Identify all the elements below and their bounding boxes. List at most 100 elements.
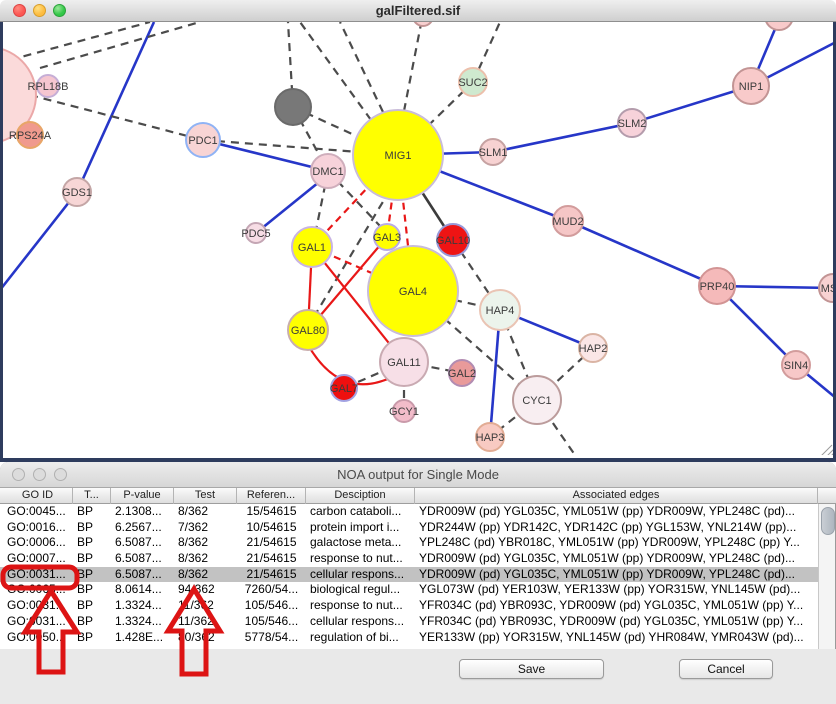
table-cell: GO:0065... xyxy=(3,582,73,598)
noa-footer: Save Cancel xyxy=(0,649,836,704)
node-pdc5-label: PDC5 xyxy=(241,228,270,240)
node-top-center[interactable] xyxy=(413,22,433,26)
table-cell: 21/54615 xyxy=(237,535,306,551)
table-cell: 8/362 xyxy=(174,567,237,583)
node-gds1-label: GDS1 xyxy=(62,187,92,199)
table-cell: 105/546... xyxy=(237,598,306,614)
node-prp40-label: PRP40 xyxy=(700,281,735,293)
vertical-scrollbar[interactable] xyxy=(818,504,835,649)
table-row[interactable]: GO:0031...BP1.3324...11/362105/546...res… xyxy=(0,598,818,614)
cancel-button[interactable]: Cancel xyxy=(679,659,773,679)
table-cell: YDR009W (pd) YGL035C, YML051W (pp) YDR00… xyxy=(415,567,818,583)
node-hap3-label: HAP3 xyxy=(476,432,505,444)
table-cell: 10/54615 xyxy=(237,520,306,536)
node-hap4-label: HAP4 xyxy=(486,305,515,317)
node-gal1-label: GAL1 xyxy=(298,242,326,254)
network-edge-blue xyxy=(568,221,717,286)
table-cell: regulation of bi... xyxy=(306,630,415,646)
network-edge-blue xyxy=(493,123,632,152)
node-slm2-label: SLM2 xyxy=(618,118,647,130)
network-window: galFiltered.sif RPL18BRPS24AGDS1PDC1DMC1… xyxy=(0,0,836,462)
table-cell: cellular respons... xyxy=(306,567,415,583)
table-row[interactable]: GO:0016...BP6.2567...7/36210/54615protei… xyxy=(0,520,818,536)
noa-window-title: NOA output for Single Mode xyxy=(0,467,836,482)
table-cell: 21/54615 xyxy=(237,551,306,567)
node-hap2-label: HAP2 xyxy=(579,343,608,355)
table-cell: 94/362 xyxy=(174,582,237,598)
network-canvas[interactable]: RPL18BRPS24AGDS1PDC1DMC1MIG1SUC2SLM1SLM2… xyxy=(3,22,833,455)
node-gal4-label: GAL4 xyxy=(399,286,427,298)
table-cell: 80/362 xyxy=(174,630,237,646)
node-gal10-label: GAL10 xyxy=(436,235,470,247)
table-cell: 105/546... xyxy=(237,614,306,630)
table-row[interactable]: GO:0007...BP6.5087...8/36221/54615respon… xyxy=(0,551,818,567)
table-cell: GO:0031... xyxy=(3,614,73,630)
table-row[interactable]: GO:0006...BP6.5087...8/36221/54615galact… xyxy=(0,535,818,551)
network-edge-dashed xyxy=(10,22,150,60)
table-cell: 8/362 xyxy=(174,535,237,551)
table-cell: 6.2567... xyxy=(111,520,174,536)
node-gal3-label: GAL3 xyxy=(373,232,401,244)
network-edge-dashed xyxy=(404,24,421,111)
table-cell: 11/362 xyxy=(174,598,237,614)
network-window-title: galFiltered.sif xyxy=(0,3,836,18)
table-row[interactable]: GO:0045...BP2.1308...8/36215/54615carbon… xyxy=(0,504,818,520)
node-mud2-label: MUD2 xyxy=(552,216,583,228)
table-cell: GO:0006... xyxy=(3,535,73,551)
column-header-associated-edges[interactable]: Associated edges xyxy=(415,488,818,504)
column-header-desciption[interactable]: Desciption xyxy=(306,488,415,504)
table-cell: 1.3324... xyxy=(111,614,174,630)
table-cell: GO:0045... xyxy=(3,504,73,520)
save-button[interactable]: Save xyxy=(459,659,604,679)
node-mig1-label: MIG1 xyxy=(385,150,412,162)
node-cyc1-label: CYC1 xyxy=(522,395,551,407)
table-row[interactable]: GO:0065...BP8.0614...94/3627260/54...bio… xyxy=(0,582,818,598)
node-top-right[interactable] xyxy=(765,22,793,30)
network-titlebar: galFiltered.sif xyxy=(0,0,836,22)
node-gal11-label: GAL11 xyxy=(387,357,420,369)
table-cell: protein import i... xyxy=(306,520,415,536)
table-cell: response to nut... xyxy=(306,598,415,614)
node-gcy1-label: GCY1 xyxy=(389,406,419,418)
table-cell: 8.0614... xyxy=(111,582,174,598)
table-cell: GO:0016... xyxy=(3,520,73,536)
node-rpl18b-label: RPL18B xyxy=(28,81,69,93)
column-header-referen-[interactable]: Referen... xyxy=(237,488,306,504)
table-cell: YDR009W (pd) YGL035C, YML051W (pp) YDR00… xyxy=(415,551,818,567)
column-header-t-[interactable]: T... xyxy=(73,488,111,504)
resize-grip[interactable] xyxy=(825,449,833,455)
table-body: GO:0045...BP2.1308...8/36215/54615carbon… xyxy=(0,504,818,649)
network-edge-blue xyxy=(3,192,77,290)
table-cell: 7260/54... xyxy=(237,582,306,598)
table-cell: 6.5087... xyxy=(111,535,174,551)
column-header-p-value[interactable]: P-value xyxy=(111,488,174,504)
table-cell: galactose meta... xyxy=(306,535,415,551)
table-row[interactable]: GO:0031...BP1.3324...11/362105/546...cel… xyxy=(0,614,818,630)
scrollbar-thumb[interactable] xyxy=(821,507,835,535)
table-cell: 21/54615 xyxy=(237,567,306,583)
table-cell: YPL248C (pd) YBR018C, YML051W (pp) YDR00… xyxy=(415,535,818,551)
table-cell: GO:0031... xyxy=(3,567,73,583)
column-header-test[interactable]: Test xyxy=(174,488,237,504)
table-cell: BP xyxy=(73,551,111,567)
network-edge-blue xyxy=(256,178,324,233)
table-cell: 6.5087... xyxy=(111,567,174,583)
node-msn-label: MSN xyxy=(821,283,833,295)
table-cell: 15/54615 xyxy=(237,504,306,520)
node-nip1-label: NIP1 xyxy=(739,81,763,93)
node-gray[interactable] xyxy=(275,89,311,125)
table-row[interactable]: GO:0031...BP6.5087...8/36221/54615cellul… xyxy=(0,567,818,583)
column-header-go-id[interactable]: GO ID xyxy=(3,488,73,504)
table-cell: response to nut... xyxy=(306,551,415,567)
table-cell: 11/362 xyxy=(174,614,237,630)
table-cell: cellular respons... xyxy=(306,614,415,630)
table-cell: YFR034C (pd) YBR093C, YDR009W (pd) YGL03… xyxy=(415,598,818,614)
table-cell: YGL073W (pd) YER103W, YER133W (pp) YOR31… xyxy=(415,582,818,598)
table-cell: YDR244W (pp) YDR142C, YDR142C (pp) YGL15… xyxy=(415,520,818,536)
table-cell: 5778/54... xyxy=(237,630,306,646)
table-cell: 2.1308... xyxy=(111,504,174,520)
table-row[interactable]: GO:0050...BP1.428E...80/3625778/54...reg… xyxy=(0,630,818,646)
network-canvas-frame: RPL18BRPS24AGDS1PDC1DMC1MIG1SUC2SLM1SLM2… xyxy=(0,22,836,462)
node-gal80-label: GAL80 xyxy=(291,325,325,337)
network-edge-blue xyxy=(77,22,154,192)
